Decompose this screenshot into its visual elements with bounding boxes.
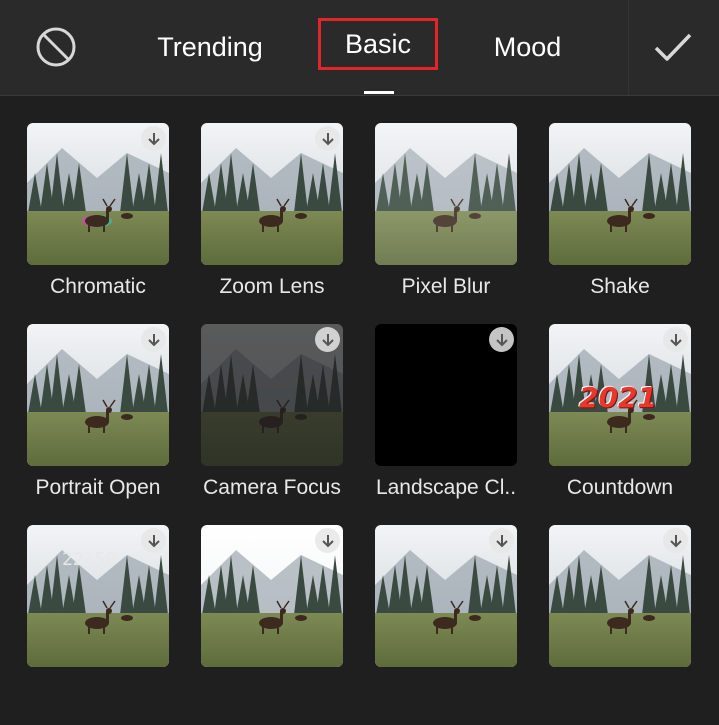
effect-item[interactable]: Chromatic — [27, 123, 201, 323]
effect-item[interactable]: Portrait Open — [27, 324, 201, 524]
effect-label: Pixel Blur — [401, 275, 491, 298]
effect-thumbnail-image — [375, 123, 517, 265]
effect-thumbnail — [549, 123, 691, 265]
effect-label: Countdown — [566, 476, 674, 499]
effect-label: Zoom Lens — [219, 275, 325, 298]
effect-item[interactable]: Camera Focus — [201, 324, 375, 524]
effect-thumbnail — [375, 525, 517, 667]
selected-tab-indicator — [364, 91, 394, 94]
effects-grid: Chromatic Zoom Lens Pixel Blur Shake Por… — [0, 96, 719, 667]
effect-label: Chromatic — [50, 275, 146, 298]
effect-thumbnail — [201, 525, 343, 667]
effect-item[interactable]: Landscape Cl.. — [375, 324, 549, 524]
tab-basic-label: Basic — [344, 28, 412, 59]
effect-thumbnail — [27, 123, 169, 265]
download-icon[interactable] — [141, 126, 166, 151]
effect-label: Portrait Open — [35, 476, 161, 499]
download-icon[interactable] — [141, 327, 166, 352]
effect-thumbnail — [549, 525, 691, 667]
effect-item[interactable]: Shake — [549, 123, 719, 323]
effect-item[interactable]: Pixel Blur — [375, 123, 549, 323]
effect-thumbnail-image — [549, 123, 691, 265]
toolbar-divider — [628, 0, 629, 95]
effect-item[interactable] — [201, 525, 375, 725]
effect-thumbnail: 2021 — [549, 324, 691, 466]
effect-item[interactable]: 2021 Countdown — [549, 324, 719, 524]
effect-thumbnail — [375, 324, 517, 466]
checkmark-icon[interactable] — [652, 26, 694, 68]
tab-mood[interactable]: Mood — [470, 22, 585, 72]
effect-label: Landscape Cl.. — [375, 476, 517, 499]
effect-item[interactable]: Zoom Lens — [201, 123, 375, 323]
tab-basic[interactable]: Basic — [318, 18, 438, 70]
clock-overlay-text: 22:50 — [62, 549, 117, 570]
effect-label: Shake — [590, 275, 650, 298]
download-icon[interactable] — [315, 126, 340, 151]
download-icon[interactable] — [315, 528, 340, 553]
tab-trending-label: Trending — [157, 31, 263, 62]
download-icon[interactable] — [663, 327, 688, 352]
download-icon[interactable] — [141, 528, 166, 553]
effect-label: Camera Focus — [203, 476, 341, 499]
download-icon[interactable] — [489, 528, 514, 553]
tab-mood-label: Mood — [493, 31, 562, 62]
effect-thumbnail — [201, 123, 343, 265]
effects-toolbar: Trending Basic Mood — [0, 0, 719, 96]
tab-trending[interactable]: Trending — [140, 22, 280, 72]
effect-item[interactable] — [375, 525, 549, 725]
effect-thumbnail: 22:50 — [27, 525, 169, 667]
download-icon[interactable] — [489, 327, 514, 352]
countdown-year-text: 2021 — [579, 381, 657, 414]
effect-thumbnail — [375, 123, 517, 265]
download-icon[interactable] — [315, 327, 340, 352]
download-icon[interactable] — [663, 528, 688, 553]
effect-item[interactable]: 22:50 — [27, 525, 201, 725]
no-effect-icon[interactable] — [35, 26, 77, 68]
effect-thumbnail — [201, 324, 343, 466]
effect-thumbnail — [27, 324, 169, 466]
effect-item[interactable] — [549, 525, 719, 725]
